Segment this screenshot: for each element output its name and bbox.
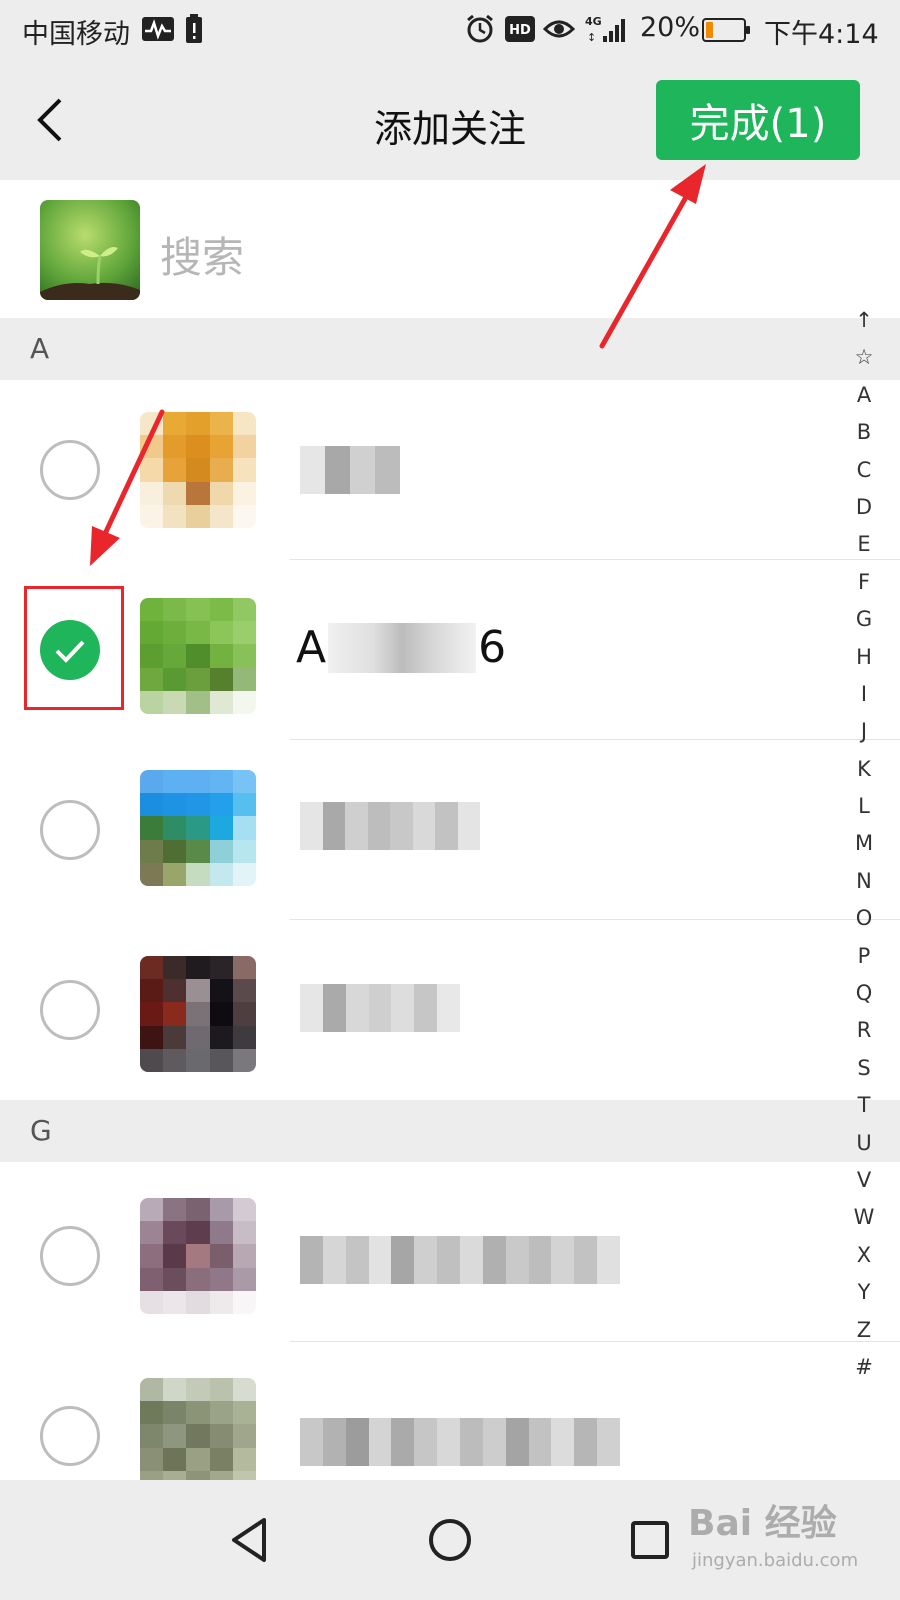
index-letter[interactable]: # [838, 1349, 890, 1386]
avatar [140, 770, 256, 886]
recents-square-icon[interactable] [618, 1508, 682, 1572]
contact-name [300, 1236, 621, 1284]
contact-row[interactable] [0, 1342, 900, 1494]
baidu-jingyan-watermark: Bai 经验 jingyan.baidu.com [688, 1494, 888, 1584]
home-circle-icon[interactable] [418, 1508, 482, 1572]
index-letter[interactable]: U [838, 1125, 890, 1162]
name-mosaic [328, 622, 477, 673]
hd-icon: HD [504, 14, 536, 44]
search-bar[interactable]: 搜索 [0, 180, 900, 318]
contact-name [300, 446, 400, 494]
index-letter[interactable]: T [838, 1087, 890, 1124]
contact-row[interactable] [0, 1162, 900, 1342]
index-letter[interactable]: I [838, 676, 890, 713]
eye-icon [542, 14, 576, 44]
index-letter[interactable]: P [838, 938, 890, 975]
index-letter[interactable]: F [838, 564, 890, 601]
clock: 下午4:14 [764, 19, 879, 50]
avatar [140, 598, 256, 714]
done-button[interactable]: 完成(1) [656, 80, 860, 160]
index-letter[interactable]: O [838, 900, 890, 937]
contact-row[interactable] [0, 380, 900, 560]
signal-icon: 4G ↕ [584, 14, 634, 44]
svg-text:4G: 4G [585, 15, 602, 28]
sprout-avatar [40, 200, 140, 300]
index-letter[interactable]: J [838, 713, 890, 750]
contact-name: A6 [296, 622, 507, 673]
avatar [140, 956, 256, 1072]
index-letter[interactable]: Y [838, 1274, 890, 1311]
index-letter[interactable]: H [838, 639, 890, 676]
status-bar: 中国移动 HD 4G ↕ 20% 下午4:14 [0, 0, 900, 62]
index-letter[interactable]: D [838, 489, 890, 526]
activity-icon [140, 14, 176, 44]
index-letter[interactable]: ↑ [838, 302, 890, 339]
nav-bar: 添加关注 完成(1) [0, 62, 900, 180]
index-letter[interactable]: M [838, 825, 890, 862]
index-letter[interactable]: X [838, 1237, 890, 1274]
contact-name [300, 984, 461, 1032]
contact-name [300, 802, 480, 850]
back-triangle-icon[interactable] [218, 1508, 282, 1572]
index-letter[interactable]: N [838, 863, 890, 900]
index-letter[interactable]: L [838, 788, 890, 825]
avatar [140, 1198, 256, 1314]
alphabet-index-bar[interactable]: ↑ ☆ A B C D E F G H I J K L M N O P Q R S T U V W X Y Z # [838, 302, 890, 1386]
section-letter: G [30, 1114, 52, 1147]
index-letter[interactable]: A [838, 377, 890, 414]
sim-alert-icon [184, 14, 204, 44]
index-letter[interactable]: E [838, 526, 890, 563]
select-radio[interactable] [40, 800, 100, 860]
avatar [140, 1378, 256, 1494]
select-radio[interactable] [40, 1226, 100, 1286]
watermark-url: jingyan.baidu.com [692, 1550, 859, 1571]
alarm-icon [464, 14, 496, 44]
index-letter[interactable]: G [838, 601, 890, 638]
svg-text:HD: HD [509, 23, 531, 38]
select-radio[interactable] [40, 980, 100, 1040]
contact-row[interactable] [0, 740, 900, 920]
index-letter[interactable]: ☆ [838, 339, 890, 376]
select-radio[interactable] [40, 1406, 100, 1466]
index-letter[interactable]: K [838, 751, 890, 788]
index-letter[interactable]: V [838, 1162, 890, 1199]
battery-percent: 20% [640, 12, 701, 43]
svg-text:↕: ↕ [587, 31, 596, 44]
index-letter[interactable]: C [838, 452, 890, 489]
battery-icon [702, 18, 750, 42]
index-letter[interactable]: R [838, 1012, 890, 1049]
carrier-label: 中国移动 [22, 19, 130, 50]
avatar [140, 412, 256, 528]
index-letter[interactable]: W [838, 1199, 890, 1236]
watermark-logo: Bai 经验 [688, 1503, 837, 1544]
section-letter: A [30, 332, 50, 365]
contact-row-selected[interactable]: A6 [0, 560, 900, 740]
index-letter[interactable]: B [838, 414, 890, 451]
index-letter[interactable]: Z [838, 1312, 890, 1349]
index-letter[interactable]: Q [838, 975, 890, 1012]
search-input[interactable]: 搜索 [160, 224, 244, 285]
contact-name [300, 1418, 621, 1466]
index-letter[interactable]: S [838, 1050, 890, 1087]
contact-row[interactable] [0, 920, 900, 1100]
annotation-highlight-box [24, 586, 124, 710]
select-radio[interactable] [40, 440, 100, 500]
section-header-g: G [0, 1100, 900, 1162]
section-header-a: A [0, 318, 900, 380]
